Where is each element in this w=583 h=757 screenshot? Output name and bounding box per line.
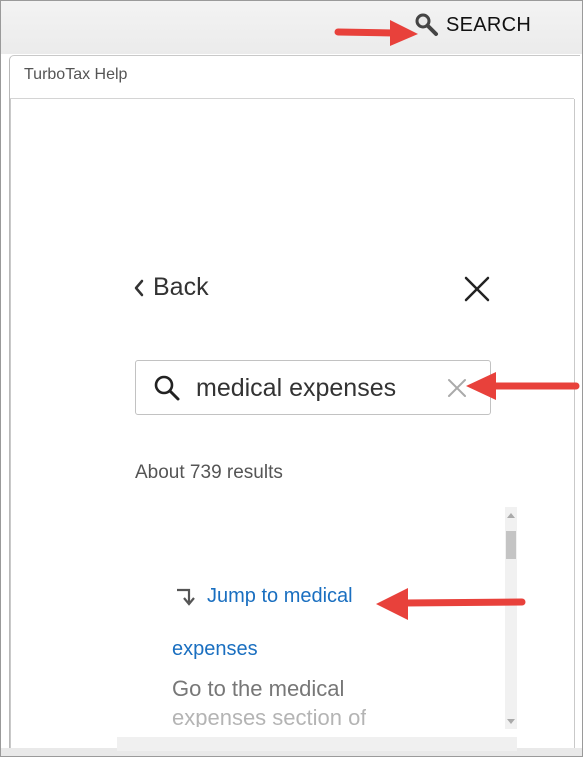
search-box [135, 360, 491, 415]
scroll-up-arrow[interactable] [507, 513, 515, 518]
back-label: Back [153, 273, 209, 301]
jump-link-line2[interactable]: expenses [172, 638, 258, 661]
top-search-label: SEARCH [446, 13, 532, 36]
search-input[interactable] [196, 371, 436, 405]
search-icon [154, 375, 180, 401]
results-count: About 739 results [135, 462, 283, 483]
header-divider [10, 98, 574, 99]
close-button[interactable] [462, 274, 492, 304]
left-border [10, 99, 11, 752]
annotation-arrow-top [334, 20, 418, 46]
scroll-thumb[interactable] [506, 531, 516, 559]
jump-link-line1: Jump to medical [207, 585, 353, 607]
annotation-arrow-clear [466, 372, 580, 400]
back-button[interactable]: Back [133, 273, 209, 302]
result-description-continued: expenses section of [172, 705, 367, 727]
top-search-button[interactable]: SEARCH [414, 10, 531, 40]
jump-to-link[interactable]: Jump to medical [175, 585, 353, 608]
jump-arrow-icon [177, 588, 195, 606]
close-icon [464, 276, 490, 302]
scroll-down-arrow[interactable] [507, 719, 515, 724]
result-description: Go to the medical [172, 676, 345, 701]
panel-title: TurboTax Help [24, 66, 128, 83]
right-border [574, 99, 575, 752]
annotation-arrow-jump [376, 588, 526, 620]
chevron-left-icon [134, 279, 144, 296]
results-footer-strip [117, 737, 517, 751]
